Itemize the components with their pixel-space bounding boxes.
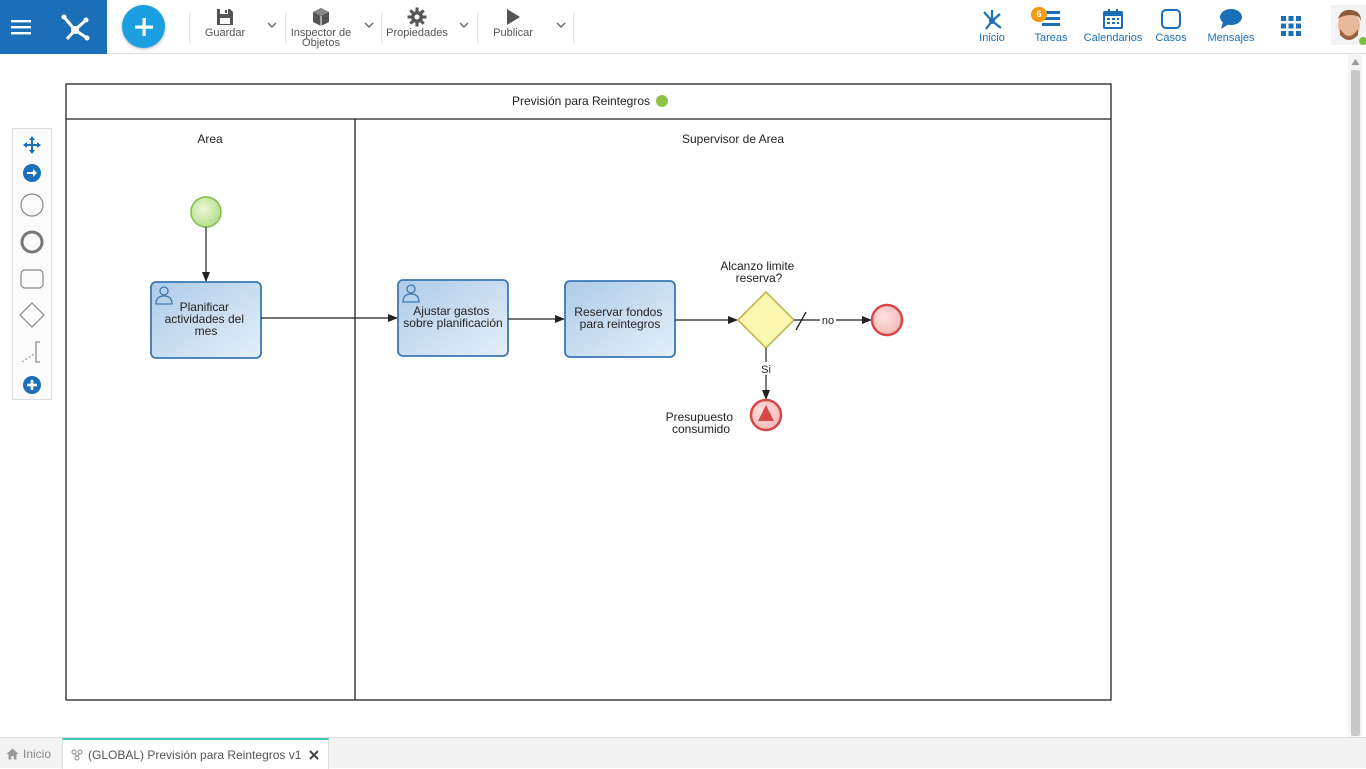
chat-bubble-icon (1220, 9, 1242, 29)
toolbar-separator (189, 12, 190, 44)
chevron-down-icon[interactable] (267, 20, 277, 30)
publish-button[interactable]: Publicar (486, 6, 540, 50)
bottom-tab-bar: Inicio (GLOBAL) Previsión para Reintegro… (0, 737, 1366, 769)
floppy-disk-icon (217, 9, 233, 25)
nav-home-label: Inicio (979, 32, 1005, 44)
logo-icon (61, 14, 89, 41)
apps-grid-icon (1281, 16, 1301, 36)
properties-button[interactable]: Propiedades (384, 6, 450, 50)
process-diagram-icon (71, 749, 83, 760)
scroll-up-arrow-icon[interactable] (1351, 58, 1360, 66)
hamburger-menu-button[interactable] (0, 0, 42, 54)
tab-process-editor-label: (GLOBAL) Previsión para Reintegros v1 (88, 747, 302, 762)
apps-grid-button[interactable] (1281, 16, 1301, 41)
home-network-icon (983, 10, 1002, 30)
tab-process-editor[interactable]: (GLOBAL) Previsión para Reintegros v1 (62, 738, 329, 769)
user-avatar[interactable] (1331, 5, 1366, 45)
nav-messages-label: Mensajes (1207, 32, 1255, 44)
scrollbar-thumb[interactable] (1351, 70, 1360, 736)
object-inspector-button[interactable]: Inspector de Objetos (288, 6, 354, 50)
toolbar-separator (285, 12, 286, 44)
pool-title[interactable]: Previsión para Reintegros (512, 94, 650, 108)
calendar-icon (1103, 9, 1123, 29)
play-icon (507, 9, 520, 25)
add-button[interactable] (122, 5, 165, 48)
chevron-down-icon[interactable] (459, 20, 469, 30)
toolbar-separator (477, 12, 478, 44)
plus-icon (134, 17, 153, 36)
task-reservar-fondos-label: Reservar fondos para reintegros (574, 305, 665, 331)
nav-messages[interactable]: Mensajes (1205, 6, 1257, 50)
lane-supervisor-title[interactable]: Supervisor de Area (682, 132, 784, 146)
chevron-down-icon[interactable] (556, 20, 566, 30)
start-event[interactable] (190, 196, 222, 228)
tasks-count-badge: 6 (1031, 7, 1047, 22)
nav-home[interactable]: Inicio (972, 6, 1012, 50)
bpmn-diagram-canvas: Previsión para Reintegros Area Superviso… (65, 83, 1112, 701)
save-button[interactable]: Guardar (200, 6, 250, 50)
nav-tasks-label: Tareas (1034, 32, 1068, 44)
app-logo[interactable] (42, 0, 107, 54)
flow-si-label: Si (761, 364, 771, 376)
pool-status-dot (656, 95, 668, 107)
inspector-label-line2: Objetos (302, 37, 340, 49)
house-icon (6, 748, 19, 759)
tab-home-label: Inicio (23, 746, 52, 761)
avatar-icon (1331, 5, 1366, 45)
task-ajustar-gastos-label: Ajustar gastos sobre planificación (403, 304, 502, 330)
case-square-icon (1161, 9, 1181, 29)
toolbar-separator (381, 12, 382, 44)
nav-calendars-label: Calendarios (1083, 32, 1143, 44)
close-icon[interactable] (309, 750, 319, 760)
nav-cases-label: Casos (1155, 32, 1187, 44)
hamburger-icon (11, 20, 31, 35)
cube-icon (313, 8, 329, 26)
toolbar-separator (573, 12, 574, 44)
tab-home[interactable]: Inicio (6, 738, 58, 769)
pool[interactable] (65, 83, 1112, 701)
flow-no-label: no (822, 315, 834, 327)
nav-cases[interactable]: Casos (1152, 6, 1190, 50)
end-event[interactable] (870, 303, 904, 337)
properties-label: Propiedades (386, 27, 448, 39)
end-event-label: Presupuesto consumido (666, 410, 737, 436)
save-label: Guardar (204, 27, 246, 39)
chevron-down-icon[interactable] (364, 20, 374, 30)
top-toolbar: Guardar Inspector de Objetos Propiedades… (0, 0, 1366, 54)
lane-area-title[interactable]: Area (197, 132, 223, 146)
publish-label: Publicar (493, 27, 533, 39)
nav-calendars[interactable]: Calendarios (1082, 6, 1144, 50)
gear-icon (407, 7, 427, 27)
